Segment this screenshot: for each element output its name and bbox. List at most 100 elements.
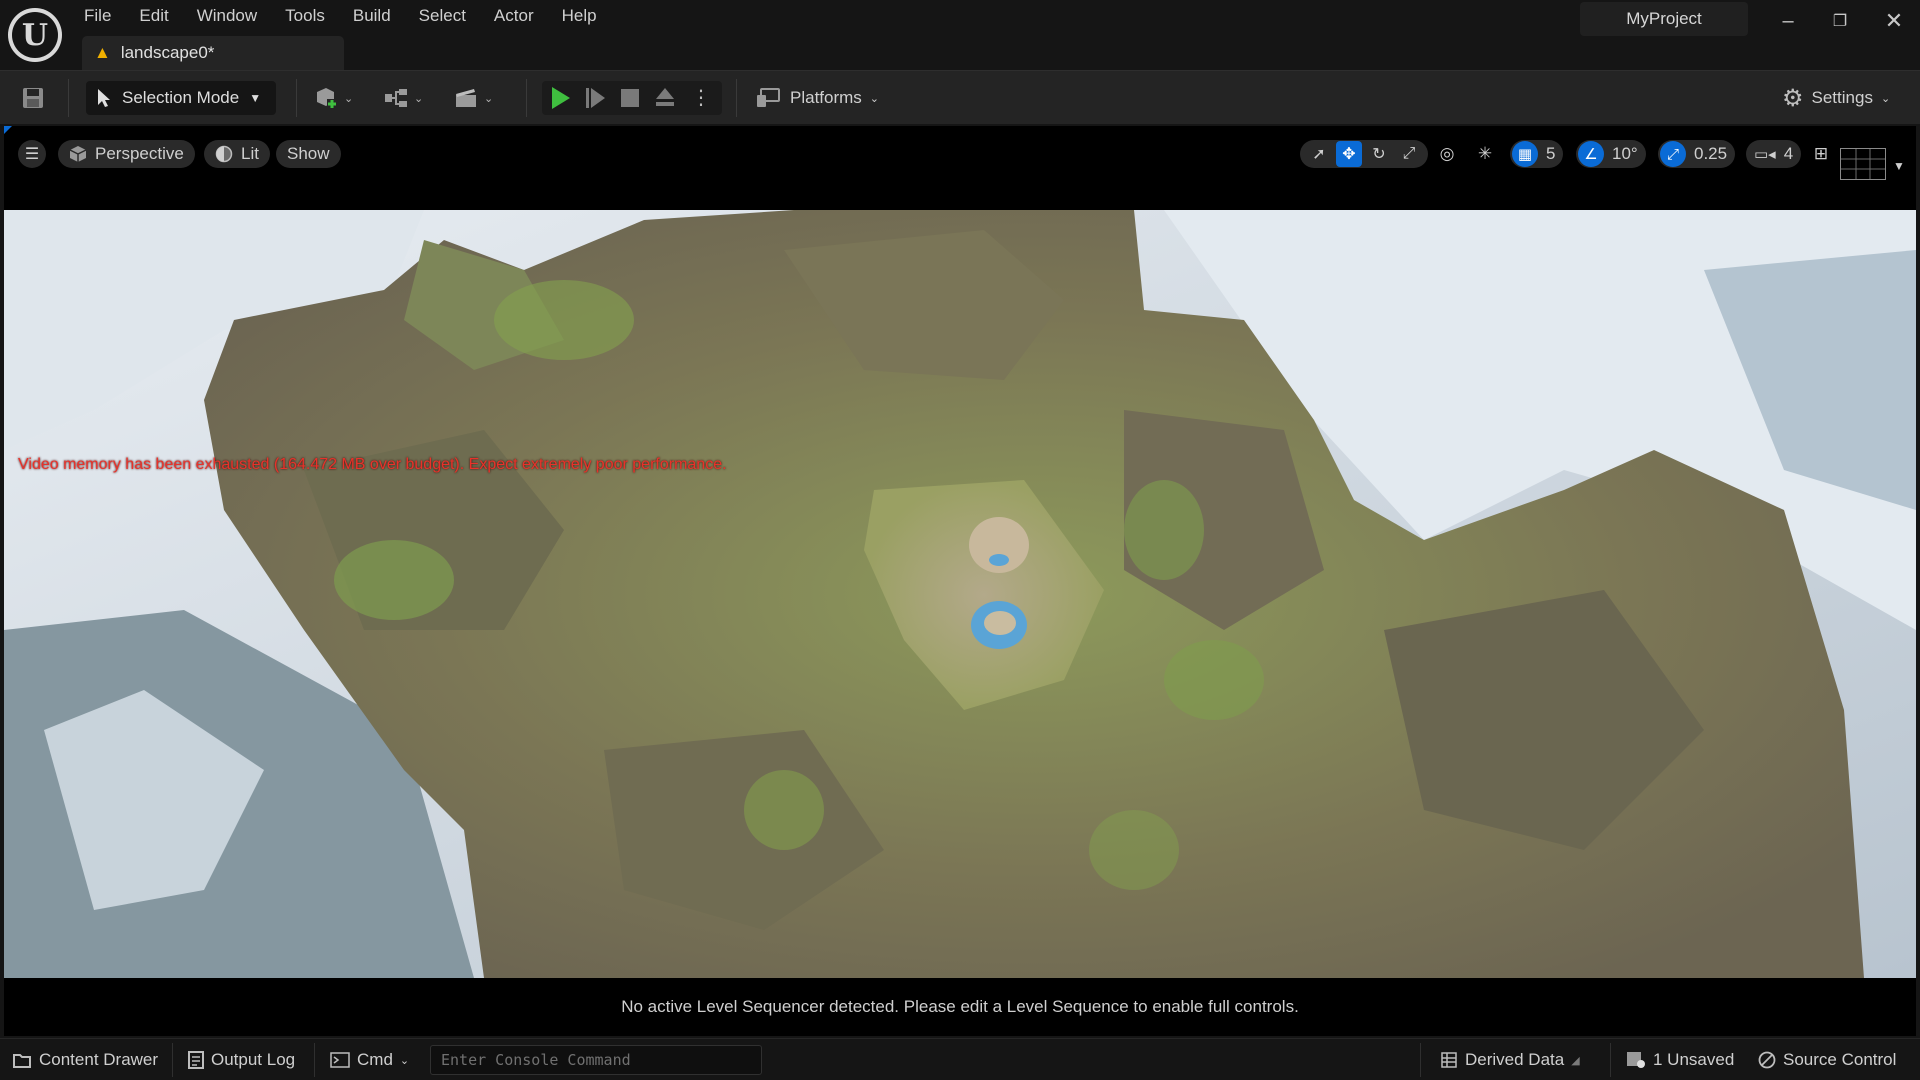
surface-snap-icon[interactable]: ✳ [1472, 140, 1498, 168]
translate-tool-icon[interactable]: ✥ [1336, 141, 1362, 167]
viewport-menu-icon[interactable]: ☰ [18, 140, 46, 168]
cube-icon [69, 146, 87, 162]
chevron-down-icon: ⌄ [414, 92, 424, 105]
scale-snap-icon: ⤢ [1660, 141, 1686, 167]
menu-actor[interactable]: Actor [480, 2, 548, 30]
add-actor-button[interactable]: ⌄ [314, 81, 353, 115]
output-log-label: Output Log [211, 1050, 296, 1069]
chevron-down-icon[interactable]: ▼ [1890, 152, 1908, 180]
sequencer-message-bar: No active Level Sequencer detected. Plea… [4, 978, 1916, 1036]
cinematics-button[interactable]: ⌄ [454, 81, 493, 115]
rotation-snap-value: 10° [1612, 144, 1638, 163]
platforms-dropdown[interactable]: Platforms ⌄ [756, 81, 879, 115]
show-dropdown[interactable]: Show [276, 140, 341, 168]
lit-label: Lit [241, 144, 259, 163]
blueprint-icon [385, 89, 407, 107]
play-icon[interactable] [552, 87, 570, 109]
perspective-dropdown[interactable]: Perspective [58, 140, 195, 168]
add-actor-icon [317, 88, 337, 109]
chevron-down-icon: ⌄ [1880, 92, 1891, 105]
viewport-layout-icon[interactable] [1840, 148, 1886, 180]
source-control-disabled-icon [1758, 1051, 1776, 1069]
camera-speed-value: 4 [1783, 144, 1794, 163]
derived-data-label: Derived Data [1465, 1050, 1565, 1069]
rotation-snap-toggle[interactable]: ∠ 10° [1576, 140, 1646, 168]
show-label: Show [287, 144, 330, 163]
camera-icon: ▭◂ [1754, 146, 1776, 163]
menu-window[interactable]: Window [183, 2, 271, 30]
platforms-label: Platforms [790, 88, 862, 107]
minimize-icon[interactable]: – [1768, 4, 1808, 38]
level-tab-label: landscape0* [120, 43, 215, 62]
rotate-tool-icon[interactable]: ↻ [1366, 141, 1392, 167]
console-command-input[interactable] [430, 1045, 762, 1075]
cursor-icon [98, 89, 110, 107]
play-controls: ⋮ [542, 81, 722, 115]
menu-select[interactable]: Select [405, 2, 480, 30]
level-document-tab[interactable]: ▲ landscape0* [82, 36, 344, 70]
save-button[interactable] [18, 81, 48, 115]
more-options-icon[interactable]: ⋮ [691, 88, 711, 108]
scale-snap-toggle[interactable]: ⤢ 0.25 [1658, 140, 1736, 168]
view-mode-dropdown[interactable]: Lit [204, 140, 270, 168]
step-forward-icon[interactable] [586, 88, 605, 108]
select-tool-icon[interactable]: ➚ [1306, 141, 1332, 167]
unsaved-label: 1 Unsaved [1653, 1050, 1735, 1069]
content-drawer-icon [13, 1054, 31, 1068]
chevron-down-icon: ⌄ [869, 92, 880, 105]
sequencer-message: No active Level Sequencer detected. Plea… [621, 997, 1299, 1016]
maximize-viewport-icon[interactable]: ⊞ [1808, 140, 1834, 168]
stop-icon[interactable] [621, 89, 639, 107]
menu-help[interactable]: Help [548, 2, 611, 30]
settings-dropdown[interactable]: ⚙ Settings ⌄ [1782, 81, 1890, 115]
transform-tools: ➚ ✥ ↻ ⤢ [1300, 140, 1428, 168]
world-space-icon[interactable]: ◎ [1434, 140, 1460, 168]
status-bar: Content Drawer Output Log Cmd ⌄ Derived … [0, 1038, 1920, 1080]
landscape-render[interactable]: Video memory has been exhausted (164.472… [4, 210, 1916, 978]
restore-icon[interactable]: ❐ [1820, 4, 1860, 38]
menu-file[interactable]: File [70, 2, 125, 30]
source-control-button[interactable]: Source Control [1750, 1045, 1904, 1075]
eject-icon[interactable] [655, 88, 675, 108]
derived-data-icon [1441, 1052, 1457, 1068]
scale-snap-value: 0.25 [1694, 144, 1728, 163]
save-icon [23, 88, 43, 108]
chevron-down-icon: ⌄ [484, 92, 494, 105]
content-drawer-button[interactable]: Content Drawer [4, 1045, 166, 1075]
terminal-icon [330, 1052, 350, 1068]
selection-mode-dropdown[interactable]: Selection Mode ▼ [86, 81, 276, 115]
menu-edit[interactable]: Edit [125, 2, 182, 30]
perspective-label: Perspective [95, 144, 184, 163]
scale-tool-icon[interactable]: ⤢ [1396, 141, 1422, 167]
lit-sphere-icon [215, 145, 233, 163]
level-viewport[interactable]: ☰ Perspective Lit Show ➚ ✥ ↻ ⤢ ◎ ✳ ▦ 5 ∠… [4, 126, 1916, 978]
main-menu: File Edit Window Tools Build Select Acto… [70, 2, 611, 30]
gear-icon: ⚙ [1782, 84, 1804, 112]
output-log-button[interactable]: Output Log [180, 1045, 303, 1075]
platforms-icon [757, 88, 780, 107]
close-icon[interactable]: ✕ [1874, 4, 1914, 38]
cmd-dropdown[interactable]: Cmd ⌄ [322, 1045, 417, 1075]
grid-snap-value: 5 [1546, 144, 1556, 163]
settings-label: Settings [1811, 88, 1873, 107]
selection-mode-label: Selection Mode [122, 88, 240, 107]
unsaved-assets-button[interactable]: 1 Unsaved [1618, 1045, 1742, 1075]
grid-snap-toggle[interactable]: ▦ 5 [1510, 140, 1564, 168]
level-warning-icon: ▲ [94, 43, 111, 62]
chevron-down-icon: ⌄ [344, 92, 354, 105]
title-bar: U File Edit Window Tools Build Select Ac… [0, 0, 1920, 70]
cmd-label: Cmd [357, 1050, 393, 1069]
menu-build[interactable]: Build [339, 2, 405, 30]
video-memory-warning: Video memory has been exhausted (164.472… [18, 456, 727, 473]
output-log-icon [188, 1051, 204, 1069]
content-drawer-label: Content Drawer [39, 1050, 159, 1069]
unsaved-icon [1627, 1052, 1645, 1068]
blueprint-button[interactable]: ⌄ [384, 81, 423, 115]
unreal-logo-icon[interactable]: U [8, 8, 62, 62]
viewport-toolbar: ☰ Perspective Lit Show ➚ ✥ ↻ ⤢ ◎ ✳ ▦ 5 ∠… [4, 126, 1916, 210]
menu-tools[interactable]: Tools [271, 2, 339, 30]
viewport-focus-marker [4, 126, 12, 134]
derived-data-button[interactable]: Derived Data ◢ [1432, 1045, 1588, 1075]
clapperboard-icon [456, 89, 476, 107]
camera-speed-dropdown[interactable]: ▭◂ 4 [1746, 140, 1802, 168]
